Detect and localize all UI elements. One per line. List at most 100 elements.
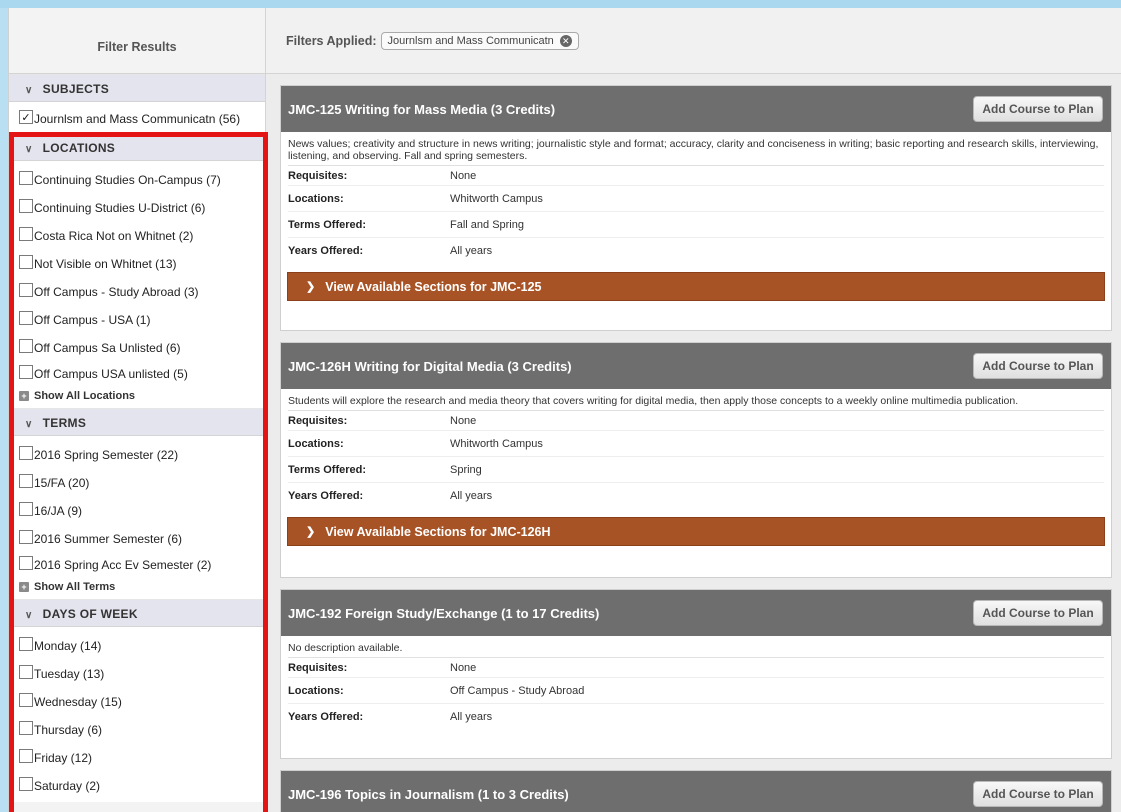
plus-icon: + <box>19 391 29 401</box>
days-list: Monday (14) Tuesday (13) Wednesday (15) … <box>9 627 265 802</box>
filter-item-term[interactable]: 15/FA (20) <box>9 469 265 497</box>
chevron-down-icon: ∨ <box>25 610 33 621</box>
filter-item-location[interactable]: Off Campus Sa Unlisted (6) <box>9 334 265 362</box>
course-body: News values; creativity and structure in… <box>281 132 1111 264</box>
checkbox[interactable] <box>19 446 33 460</box>
filter-item-label: Monday (14) <box>34 639 102 653</box>
checkbox[interactable] <box>19 255 33 269</box>
show-all-terms-link[interactable]: + Show All Terms <box>9 577 265 597</box>
filter-item-label: 2016 Summer Semester (6) <box>34 532 183 546</box>
close-circle-icon[interactable]: ✕ <box>559 34 572 47</box>
detail-key: Locations: <box>288 192 344 205</box>
course-detail-row: Years Offered: All years <box>288 483 1104 509</box>
add-course-button[interactable]: Add Course to Plan <box>973 781 1103 807</box>
show-all-locations-link[interactable]: + Show All Locations <box>9 386 265 406</box>
checkbox-checked[interactable]: ✓ <box>19 110 33 124</box>
course-card: JMC-192 Foreign Study/Exchange (1 to 17 … <box>280 589 1112 759</box>
chevron-down-icon: ∨ <box>25 419 33 430</box>
checkbox[interactable] <box>19 171 33 185</box>
filter-item-label: Friday (12) <box>34 751 93 765</box>
course-title: JMC-125 Writing for Mass Media (3 Credit… <box>288 101 556 117</box>
detail-value: None <box>450 169 477 182</box>
checkbox[interactable] <box>19 693 33 707</box>
filter-item-label: Off Campus - USA (1) <box>34 313 151 327</box>
filter-item-location[interactable]: Not Visible on Whitnet (13) <box>9 250 265 278</box>
filter-item-location[interactable]: Costa Rica Not on Whitnet (2) <box>9 222 265 250</box>
filter-item-term[interactable]: 16/JA (9) <box>9 497 265 525</box>
view-sections-button[interactable]: ❯ View Available Sections for JMC-125 <box>287 272 1105 301</box>
chevron-down-icon: ∨ <box>25 85 33 96</box>
terms-section-toggle[interactable]: ∨ TERMS <box>9 408 265 436</box>
checkbox[interactable] <box>19 749 33 763</box>
course-results-panel: Filters Applied: Journlsm and Mass Commu… <box>266 8 1121 812</box>
view-sections-button[interactable]: ❯ View Available Sections for JMC-126H <box>287 517 1105 546</box>
filter-item-location[interactable]: Continuing Studies U-District (6) <box>9 194 265 222</box>
view-sections-label: View Available Sections for JMC-125 <box>325 279 542 294</box>
filter-item-location[interactable]: Off Campus - Study Abroad (3) <box>9 278 265 306</box>
checkbox[interactable] <box>19 637 33 651</box>
add-course-button[interactable]: Add Course to Plan <box>973 353 1103 379</box>
detail-key: Years Offered: <box>288 245 364 257</box>
filter-item-label: Journlsm and Mass Communicatn (56) <box>34 112 241 126</box>
detail-key: Years Offered: <box>288 711 364 723</box>
filter-item-day[interactable]: Wednesday (15) <box>9 688 265 716</box>
checkbox[interactable] <box>19 339 33 353</box>
course-header: JMC-196 Topics in Journalism (1 to 3 Cre… <box>281 771 1111 812</box>
subjects-section-toggle[interactable]: ∨ SUBJECTS <box>9 74 265 102</box>
filter-item-term[interactable]: 2016 Spring Acc Ev Semester (2) <box>9 553 265 577</box>
course-description: Students will explore the research and m… <box>288 395 1104 411</box>
course-title: JMC-126H Writing for Digital Media (3 Cr… <box>288 358 572 374</box>
detail-value: All years <box>450 490 493 502</box>
filter-item-label: 16/JA (9) <box>34 504 83 518</box>
locations-section-toggle[interactable]: ∨ LOCATIONS <box>9 133 265 161</box>
detail-value: Whitworth Campus <box>450 192 543 205</box>
checkbox[interactable] <box>19 311 33 325</box>
add-course-button[interactable]: Add Course to Plan <box>973 600 1103 626</box>
filter-item-day[interactable]: Saturday (2) <box>9 772 265 800</box>
checkbox[interactable] <box>19 777 33 791</box>
section-heading: SUBJECTS <box>42 82 110 96</box>
course-detail-row: Terms Offered: Fall and Spring <box>288 212 1104 238</box>
course-search-page: Filter Results ∨ SUBJECTS ✓ Journlsm and… <box>8 8 1121 812</box>
filter-item-day[interactable]: Thursday (6) <box>9 716 265 744</box>
checkbox[interactable] <box>19 365 33 379</box>
checkbox[interactable] <box>19 502 33 516</box>
add-course-button[interactable]: Add Course to Plan <box>973 96 1103 122</box>
filter-item-day[interactable]: Friday (12) <box>9 744 265 772</box>
days-of-week-section-toggle[interactable]: ∨ DAYS OF WEEK <box>9 599 265 627</box>
detail-value: None <box>450 661 477 674</box>
course-detail-row: Locations: Whitworth Campus <box>288 431 1104 457</box>
filter-item-label: Off Campus USA unlisted (5) <box>34 367 188 381</box>
filter-item-term[interactable]: 2016 Spring Semester (22) <box>9 441 265 469</box>
filter-item-location[interactable]: Off Campus - USA (1) <box>9 306 265 334</box>
filter-item-location[interactable]: Continuing Studies On-Campus (7) <box>9 166 265 194</box>
checkbox[interactable] <box>19 227 33 241</box>
course-title: JMC-192 Foreign Study/Exchange (1 to 17 … <box>288 605 600 621</box>
filter-item-label: Off Campus - Study Abroad (3) <box>34 285 199 299</box>
checkbox[interactable] <box>19 474 33 488</box>
detail-value: All years <box>450 245 493 257</box>
applied-filter-chip[interactable]: Journlsm and Mass Communicatn ✕ <box>380 31 579 50</box>
course-description: News values; creativity and structure in… <box>288 138 1104 166</box>
course-detail-row: Requisites: None <box>288 411 1104 431</box>
checkbox[interactable] <box>19 283 33 297</box>
checkbox[interactable] <box>19 721 33 735</box>
detail-value: Spring <box>450 463 482 476</box>
checkbox[interactable] <box>19 556 33 570</box>
section-heading: DAYS OF WEEK <box>42 607 138 621</box>
course-body: Students will explore the research and m… <box>281 389 1111 509</box>
course-detail-row: Locations: Off Campus - Study Abroad <box>288 678 1104 704</box>
filter-item-day[interactable]: Tuesday (13) <box>9 660 265 688</box>
filter-item-label: Continuing Studies U-District (6) <box>34 201 206 215</box>
detail-value: Fall and Spring <box>450 218 524 231</box>
filter-item-location[interactable]: Off Campus USA unlisted (5) <box>9 362 265 386</box>
checkbox[interactable] <box>19 530 33 544</box>
course-header: JMC-126H Writing for Digital Media (3 Cr… <box>281 343 1111 389</box>
detail-key: Terms Offered: <box>288 218 367 231</box>
filter-item-day[interactable]: Monday (14) <box>9 632 265 660</box>
checkbox[interactable] <box>19 665 33 679</box>
checkbox[interactable] <box>19 199 33 213</box>
filter-item-term[interactable]: 2016 Summer Semester (6) <box>9 525 265 553</box>
filter-item-subject[interactable]: ✓ Journlsm and Mass Communicatn (56) <box>9 105 265 133</box>
terms-list: 2016 Spring Semester (22) 15/FA (20) 16/… <box>9 436 265 599</box>
